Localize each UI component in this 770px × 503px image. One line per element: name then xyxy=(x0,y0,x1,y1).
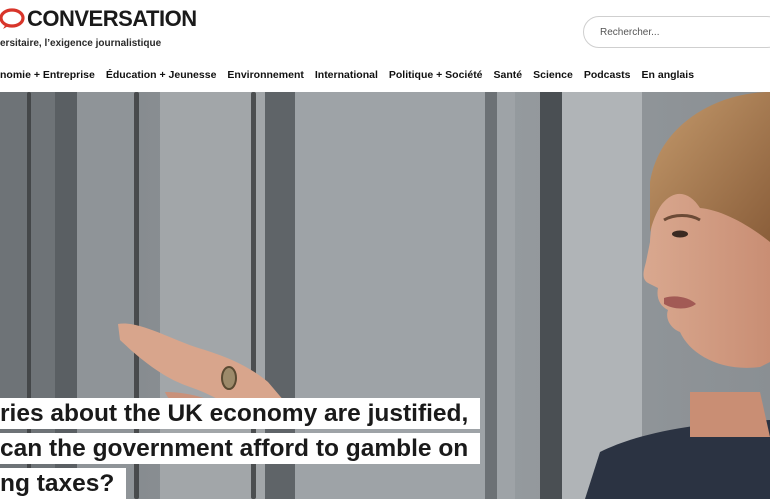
nav-item-environnement[interactable]: Environnement xyxy=(227,69,303,81)
site-header: CONVERSATION ersitaire, l’exigence journ… xyxy=(0,0,770,92)
nav-item-economie[interactable]: nomie + Entreprise xyxy=(0,69,95,81)
headline-line: ng taxes? xyxy=(0,468,127,499)
main-nav: nomie + Entreprise Éducation + Jeunesse … xyxy=(0,69,705,81)
headline-line: ries about the UK economy are justified, xyxy=(0,398,481,429)
brand-name: CONVERSATION xyxy=(27,6,197,31)
speech-bubble-logo-icon xyxy=(0,8,26,30)
search-input[interactable] xyxy=(583,16,770,48)
nav-item-education[interactable]: Éducation + Jeunesse xyxy=(106,69,217,81)
nav-item-sante[interactable]: Santé xyxy=(494,69,523,81)
nav-item-podcasts[interactable]: Podcasts xyxy=(584,69,631,81)
nav-item-international[interactable]: International xyxy=(315,69,378,81)
brand-tagline: ersitaire, l’exigence journalistique xyxy=(0,38,162,49)
article-headline-text[interactable]: ries about the UK economy are justified,… xyxy=(0,398,620,503)
nav-item-en-anglais[interactable]: En anglais xyxy=(642,69,695,81)
nav-item-politique[interactable]: Politique + Société xyxy=(389,69,483,81)
headline-line: can the government afford to gamble on xyxy=(0,433,481,464)
site-logo[interactable]: CONVERSATION xyxy=(0,6,197,32)
nav-item-science[interactable]: Science xyxy=(533,69,573,81)
